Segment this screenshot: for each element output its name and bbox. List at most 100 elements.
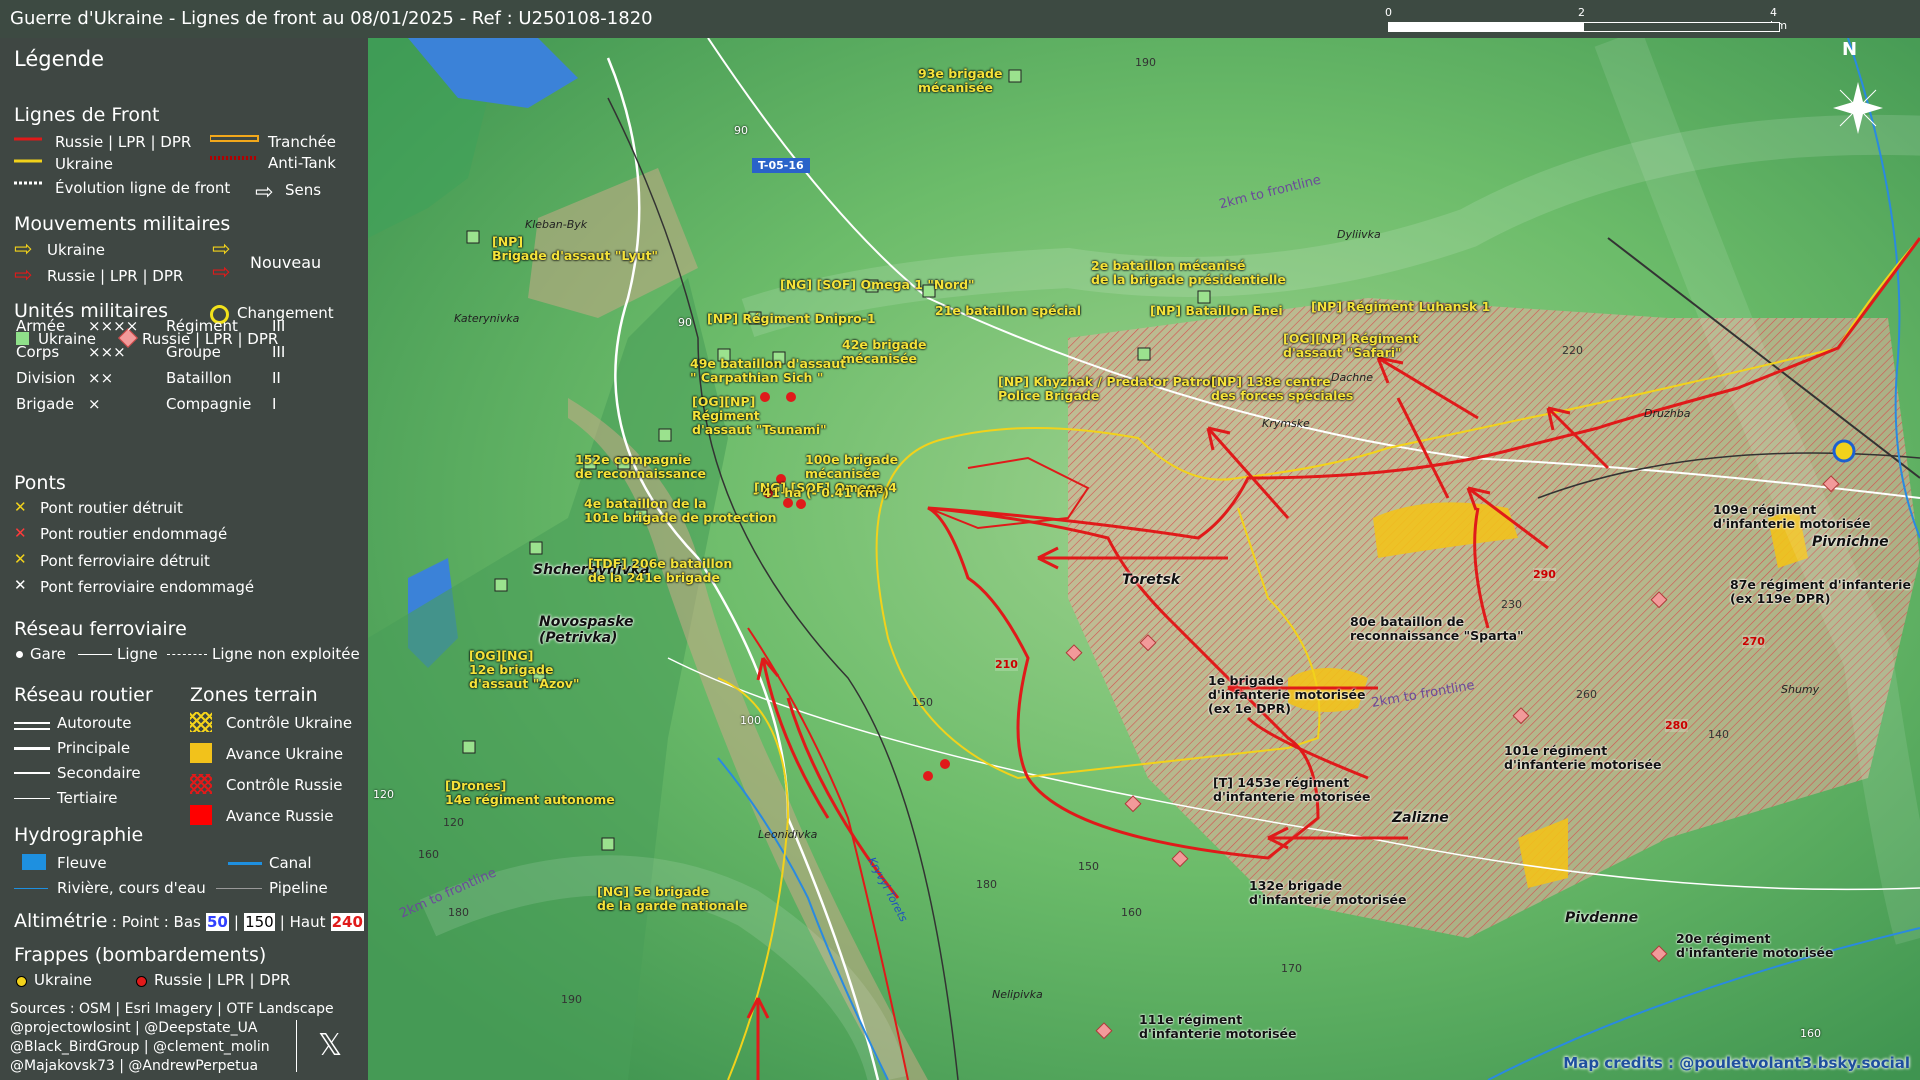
moves-ukraine: Ukraine xyxy=(47,241,105,259)
zone-3: Contrôle Russie xyxy=(226,776,343,794)
map-title: Guerre d'Ukraine - Lignes de front au 08… xyxy=(10,8,653,29)
new-ua-arrow-icon: ⇨ xyxy=(212,237,231,262)
unit-size-symbol: III xyxy=(272,317,286,335)
trench-antitank-symbols xyxy=(210,135,259,160)
road-bridge-damaged-icon: ✕ xyxy=(14,524,27,542)
ua-unit-label: 2e bataillon mécanisé de la brigade prés… xyxy=(1091,258,1286,287)
altitude-label: 120 xyxy=(443,816,464,829)
rail-ligne: Ligne xyxy=(117,645,158,663)
hydro-heading: Hydrographie xyxy=(14,824,144,846)
source-line-4: @Majakovsk73 | @AndrewPerpetua xyxy=(10,1058,259,1074)
place-label: Pivnichne xyxy=(1812,534,1889,550)
place-label: Novospaske (Petrivka) xyxy=(539,614,634,646)
moves-russia: Russie | LPR | DPR xyxy=(47,267,184,285)
road-heading: Réseau routier xyxy=(14,684,153,706)
ua-unit-label: [NP] Brigade d'assaut "Lyut" xyxy=(492,234,659,263)
altitude-label: 150 xyxy=(1078,860,1099,873)
tertiary-road-icon xyxy=(14,798,50,799)
zone-1: Contrôle Ukraine xyxy=(226,714,353,732)
river-fill-icon xyxy=(22,854,46,870)
canal-icon xyxy=(228,862,262,865)
legend-panel: Légende Lignes de Front Russie | LPR | D… xyxy=(0,38,368,1080)
map-credit: Map credits : @pouletvolant3.bsky.social xyxy=(1563,1054,1910,1072)
ua-unit-label: [OG][NP] Régiment d'assaut "Safari" xyxy=(1283,331,1419,360)
hydro-4: Pipeline xyxy=(269,879,328,897)
legend-title: Légende xyxy=(14,47,105,71)
bridge-4: Pont ferroviaire endommagé xyxy=(40,578,255,596)
unit-size-symbol: ×× xyxy=(88,369,114,387)
unit-size-name: Bataillon xyxy=(166,369,232,387)
alti-high: 240 xyxy=(330,913,364,931)
zone-4: Avance Russie xyxy=(226,807,334,825)
unit-size-name: Groupe xyxy=(166,343,221,361)
road-number-label: 120 xyxy=(373,788,394,801)
x-logo-icon: 𝕏 xyxy=(318,1028,343,1063)
station-dot-icon xyxy=(16,651,23,658)
secondary-road-icon xyxy=(14,772,50,774)
altitude-label-high: 210 xyxy=(995,658,1018,671)
altitude-label: 260 xyxy=(1576,688,1597,701)
small-place-label: Katerynivka xyxy=(454,312,520,325)
bridge-3: Pont ferroviaire détruit xyxy=(40,552,210,570)
alti-low: 50 xyxy=(205,913,229,931)
front-sens: Sens xyxy=(285,181,322,199)
ru-unit-label: 1e brigade d'infanterie motorisée (ex 1e… xyxy=(1208,673,1366,716)
small-place-label: Leonidivka xyxy=(758,828,818,841)
ru-advance-zone-icon xyxy=(190,805,212,825)
small-place-label: Krymske xyxy=(1262,417,1310,430)
place-label: Pivdenne xyxy=(1565,910,1639,926)
altitude-label-high: 290 xyxy=(1533,568,1556,581)
road-2: Principale xyxy=(57,739,131,757)
ru-unit-label: 80e bataillon de reconnaissance "Sparta" xyxy=(1350,614,1524,643)
ua-advance-zone-icon xyxy=(190,743,212,763)
unit-size-name: Brigade xyxy=(16,395,75,413)
alti-mid: 150 xyxy=(244,913,275,931)
road-number-label: 100 xyxy=(740,714,761,727)
ua-unit-label: [TDF] 206e bataillon de la 241e brigade xyxy=(588,556,733,585)
rail-line-icon xyxy=(78,654,112,655)
rail-bridge-destroyed-icon: ✕ xyxy=(14,550,27,568)
unit-size-symbol: × xyxy=(88,395,101,413)
new-ru-arrow-icon: ⇨ xyxy=(212,260,231,285)
altitude-label: 220 xyxy=(1562,344,1583,357)
title-bar: Guerre d'Ukraine - Lignes de front au 08… xyxy=(0,0,1920,38)
place-label: Zalizne xyxy=(1392,810,1449,826)
ua-unit-label: 21e bataillon spécial xyxy=(935,303,1081,318)
hydro-1: Fleuve xyxy=(57,854,107,872)
unit-size-name: Division xyxy=(16,369,76,387)
road-number-label: 160 xyxy=(1800,1027,1821,1040)
strikes-heading: Frappes (bombardements) xyxy=(14,944,267,966)
zones-heading: Zones terrain xyxy=(190,684,318,706)
ru-unit-label: 20e régiment d'infanterie motorisée xyxy=(1676,931,1834,960)
altitude-label: 160 xyxy=(1121,906,1142,919)
unit-size-name: Corps xyxy=(16,343,60,361)
moves-new: Nouveau xyxy=(250,253,322,272)
ua-strike-dot-icon xyxy=(16,976,27,987)
small-place-label: Shumy xyxy=(1781,683,1820,696)
ru-unit-label: 101e régiment d'infanterie motorisée xyxy=(1504,743,1662,772)
ua-unit-label: 93e brigade mécanisée xyxy=(918,66,1003,95)
source-line-2: @projectowlosint | @Deepstate_UA xyxy=(10,1020,258,1036)
altitude-label: 180 xyxy=(448,906,469,919)
main-road-icon xyxy=(14,747,50,750)
map-area[interactable]: Toretsk Pivnichne Zalizne Pivdenne Shcherbyn… xyxy=(368,38,1920,1080)
ua-move-arrow-icon: ⇨ xyxy=(14,237,33,262)
ua-unit-label: 100e brigade mécanisée xyxy=(805,452,899,481)
ua-unit-label: - 41 ha (- 0.41 km²) xyxy=(753,485,889,500)
ru-unit-label: 132e brigade d'infanterie motorisée xyxy=(1249,878,1407,907)
strike-ukraine: Ukraine xyxy=(34,971,92,989)
road-number-label: 90 xyxy=(678,316,692,329)
hydro-2: Canal xyxy=(269,854,312,872)
altitude-label: 190 xyxy=(1135,56,1156,69)
small-place-label: Dyliivka xyxy=(1337,228,1381,241)
scale-label-0: 0 xyxy=(1385,6,1392,19)
unit-size-symbol: ×××× xyxy=(88,317,139,335)
road-4: Tertiaire xyxy=(57,789,118,807)
front-evolution: Évolution ligne de front xyxy=(55,179,231,197)
ua-unit-label: [NP] Khyzhak / Predator Patrol Police Br… xyxy=(998,374,1215,403)
alti-heading: Altimétrie xyxy=(14,910,108,932)
altitude-label: 180 xyxy=(976,878,997,891)
ua-unit-label: [NG] 5e brigade de la garde nationale xyxy=(597,884,748,913)
ua-unit-label: [OG][NP] Régiment d'assaut "Tsunami" xyxy=(692,394,827,437)
front-heading: Lignes de Front xyxy=(14,104,160,126)
